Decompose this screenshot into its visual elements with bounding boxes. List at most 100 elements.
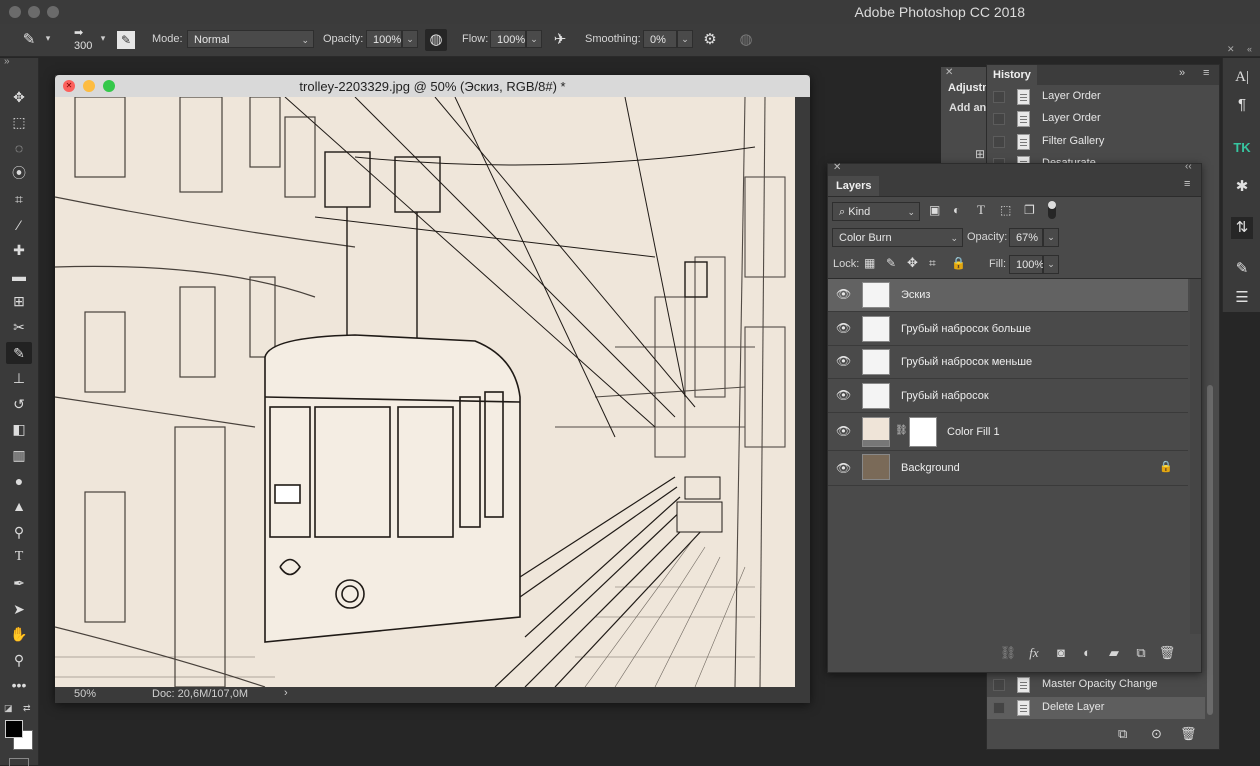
sharpen-tool-icon[interactable]: ▲ [6, 495, 32, 517]
pen-tool-icon[interactable]: ✒ [6, 572, 32, 594]
collapse-icon[interactable]: ‹‹ [1185, 161, 1192, 172]
filter-pixel-layers-icon[interactable]: ▣ [929, 203, 940, 217]
window-close-button[interactable] [9, 6, 21, 18]
brush-picker-chevron-icon[interactable]: ▾ [95, 30, 111, 48]
filter-shape-layers-icon[interactable]: ⬚ [1000, 203, 1011, 217]
bandaid-tool-icon[interactable]: ▬ [6, 265, 32, 287]
link-icon[interactable]: ⛓ [895, 425, 908, 436]
panel-menu-icon[interactable]: ≡ [1184, 178, 1190, 190]
layer-filter-kind-dropdown[interactable]: ⌕ Kind ⌄ [832, 202, 920, 221]
default-colors-icon[interactable]: ◪ [4, 703, 13, 714]
swap-colors-icon[interactable]: ⇄ [23, 703, 31, 714]
clone-stamp-tool-icon[interactable]: ⊥ [6, 367, 32, 389]
eyedropper-tool-icon[interactable]: ⁄ [6, 214, 32, 236]
history-tab[interactable]: History [987, 65, 1037, 85]
filter-type-layers-icon[interactable]: T [977, 202, 985, 218]
mode-dropdown[interactable]: Normal ⌄ [187, 30, 314, 48]
history-item[interactable]: Filter Gallery [987, 131, 1205, 153]
layer-row[interactable]: 👁 Background 🔒 [828, 451, 1188, 486]
gradient-tool-icon[interactable]: ▥ [6, 444, 32, 466]
history-snapshot-checkbox[interactable] [993, 91, 1005, 103]
layer-row[interactable]: 👁 ⛓ Color Fill 1 [828, 413, 1188, 451]
fill-field[interactable]: 100% [1009, 255, 1044, 274]
history-snapshot-checkbox[interactable] [993, 136, 1005, 148]
visibility-eye-icon[interactable]: 👁 [836, 424, 851, 438]
blur-tool-icon[interactable]: ● [6, 470, 32, 492]
scissors-tool-icon[interactable]: ✂ [6, 316, 32, 338]
layer-style-fx-icon[interactable]: fx [1025, 644, 1043, 662]
history-panel-icon[interactable]: ⇅ [1231, 217, 1253, 239]
window-minimize-button[interactable] [28, 6, 40, 18]
trash-icon[interactable]: 🗑 [1158, 644, 1176, 662]
layer-opacity-chevron-icon[interactable]: ⌄ [1043, 228, 1059, 247]
smoothing-chevron-icon[interactable]: ⌄ [677, 30, 693, 48]
history-snapshot-checkbox[interactable] [993, 113, 1005, 125]
paragraph-panel-icon[interactable]: ¶ [1231, 94, 1253, 116]
history-brush-tool-icon[interactable]: ↺ [6, 393, 32, 415]
visibility-eye-icon[interactable]: 👁 [836, 388, 851, 402]
smoothing-field[interactable]: 0% [643, 30, 677, 48]
pressure-size-icon[interactable]: ◍ [735, 29, 757, 51]
blend-mode-dropdown[interactable]: Color Burn ⌄ [832, 228, 963, 247]
zoom-level[interactable]: 50% [74, 688, 96, 700]
hand-tool-icon[interactable]: ✋ [6, 623, 32, 645]
more-tools-icon[interactable]: ••• [6, 674, 32, 696]
close-icon[interactable]: ✕ [945, 67, 953, 78]
healing-brush-tool-icon[interactable]: ✚ [6, 239, 32, 261]
layer-opacity-field[interactable]: 67% [1009, 228, 1043, 247]
fill-chevron-icon[interactable]: ⌄ [1043, 255, 1059, 274]
filter-toggle-switch[interactable] [1048, 201, 1056, 219]
chevron-down-icon[interactable]: ▾ [40, 30, 56, 48]
status-menu-chevron-icon[interactable]: › [284, 687, 288, 699]
visibility-eye-icon[interactable]: 👁 [836, 461, 851, 475]
lasso-tool-icon[interactable]: ◌ [6, 137, 32, 159]
history-item[interactable]: Layer Order [987, 86, 1205, 108]
lock-all-icon[interactable]: 🔒 [951, 256, 966, 270]
move-tool-icon[interactable]: ✥ [6, 86, 32, 108]
link-layers-icon[interactable]: ⛓ [999, 644, 1017, 662]
layer-mask-thumbnail[interactable] [909, 417, 937, 447]
zoom-tool-icon[interactable]: ⚲ [6, 649, 32, 671]
lock-transparent-pixels-icon[interactable]: ▦ [864, 256, 875, 270]
filter-smart-objects-icon[interactable]: ❐ [1024, 203, 1035, 217]
marquee-tool-icon[interactable]: ⬚ [6, 111, 32, 133]
filter-adjustment-layers-icon[interactable]: ◐ [953, 203, 960, 217]
history-snapshot-checkbox[interactable] [993, 702, 1005, 714]
eraser-tool-icon[interactable]: ◧ [6, 418, 32, 440]
layer-row[interactable]: 👁 Грубый набросок [828, 380, 1188, 413]
properties-icon[interactable]: ☰ [1231, 287, 1253, 309]
new-layer-icon[interactable]: ⧉ [1132, 644, 1150, 662]
opacity-chevron-icon[interactable]: ⌄ [402, 30, 418, 48]
new-adjustment-layer-icon[interactable]: ◐ [1078, 644, 1096, 662]
quick-selection-tool-icon[interactable]: ⦿ [6, 162, 32, 184]
window-zoom-button[interactable] [47, 6, 59, 18]
type-tool-icon[interactable]: T [6, 546, 32, 568]
history-snapshot-checkbox[interactable] [993, 679, 1005, 691]
flow-field[interactable]: 100% [490, 30, 526, 48]
layer-row[interactable]: 👁 Грубый набросок больше [828, 313, 1188, 346]
lock-artboard-icon[interactable]: ⌗ [929, 256, 936, 271]
layers-scrollbar-track[interactable] [1190, 279, 1201, 634]
tk-plugin-icon[interactable]: TK [1231, 137, 1253, 159]
history-scrollbar[interactable] [1207, 385, 1213, 715]
frame-tool-icon[interactable]: ⊞ [6, 290, 32, 312]
new-group-folder-icon[interactable]: ▰ [1105, 644, 1123, 662]
foreground-color-swatch[interactable] [5, 720, 23, 738]
dodge-tool-icon[interactable]: ⚲ [6, 521, 32, 543]
collapse-dock-icon[interactable]: « [1247, 44, 1252, 54]
crop-tool-icon[interactable]: ⌗ [6, 188, 32, 210]
path-selection-tool-icon[interactable]: ➤ [6, 598, 32, 620]
visibility-eye-icon[interactable]: 👁 [836, 287, 851, 301]
close-icon[interactable]: ✕ [833, 162, 841, 173]
airbrush-icon[interactable]: ✈ [549, 29, 571, 51]
lock-position-icon[interactable]: ✥ [907, 255, 918, 271]
history-item[interactable]: Layer Order [987, 108, 1205, 130]
navigator-icon[interactable]: ✱ [1231, 176, 1253, 198]
layers-tab[interactable]: Layers [828, 176, 880, 196]
new-document-from-state-icon[interactable]: ⧉ [1118, 726, 1127, 742]
panel-menu-icon[interactable]: ≡ [1203, 67, 1209, 79]
lock-image-pixels-icon[interactable]: ✎ [886, 256, 896, 270]
brush-tool-icon[interactable]: ✎ [6, 342, 32, 364]
brush-size-value[interactable]: 300 [74, 40, 92, 52]
trash-icon[interactable]: 🗑 [1180, 726, 1197, 742]
